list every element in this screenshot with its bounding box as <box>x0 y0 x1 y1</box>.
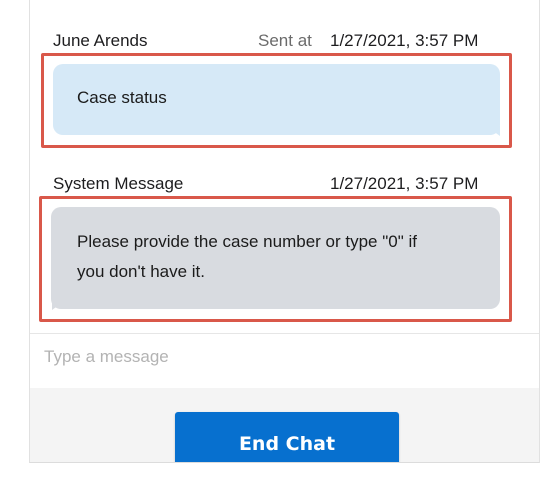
message-sender: June Arends <box>53 31 148 50</box>
message-bubble: Please provide the case number or type "… <box>51 207 500 309</box>
message-input[interactable] <box>44 342 514 372</box>
message-timestamp: 1/27/2021, 3:57 PM <box>330 31 479 50</box>
chat-footer: End Chat <box>30 388 539 462</box>
message-timestamp: 1/27/2021, 3:57 PM <box>330 174 479 193</box>
message-bubble: Case status <box>53 64 500 135</box>
bubble-tail <box>486 126 500 136</box>
message-sender: System Message <box>53 174 184 193</box>
message-text-line: Please provide the case number or type "… <box>77 232 417 251</box>
message-composer <box>30 333 539 389</box>
message-sent-label: Sent at <box>258 31 312 50</box>
chat-window: June Arends Sent at 1/27/2021, 3:57 PM C… <box>0 0 552 487</box>
message-list[interactable]: June Arends Sent at 1/27/2021, 3:57 PM C… <box>30 0 539 333</box>
message-text-line: you don't have it. <box>77 262 205 281</box>
message-text: Case status <box>77 88 167 107</box>
bubble-tail <box>52 300 66 310</box>
chat-panel: June Arends Sent at 1/27/2021, 3:57 PM C… <box>29 0 540 463</box>
end-chat-button[interactable]: End Chat <box>175 412 399 462</box>
